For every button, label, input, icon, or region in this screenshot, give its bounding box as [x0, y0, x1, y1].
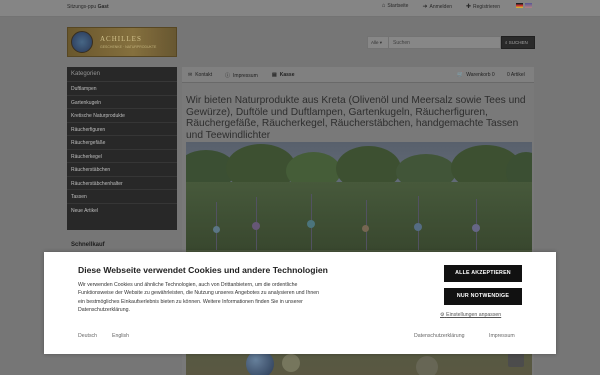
sidebar-item-raeuchergefaesse[interactable]: Räuchergefäße — [67, 136, 177, 150]
garden-ball — [252, 222, 260, 230]
search-scope-value: Alle — [371, 40, 379, 45]
search-bar: Alle ▾ Suchen ⌕ SUCHEN — [367, 36, 535, 49]
articles-count: 0 Artikel — [507, 72, 525, 78]
necessary-only-button[interactable]: NUR NOTWENDIGE — [444, 288, 522, 305]
language-english-link[interactable]: English — [112, 333, 129, 339]
nav-cart-label: Warenkorb — [466, 72, 491, 78]
login-icon: ➜ — [422, 4, 428, 10]
content-nav: ✉ Kontakt ⓘ Impressum ▤ Kasse 🛒 Warenkorb 0 … — [182, 67, 534, 83]
cookie-settings-link[interactable]: ⚙ Einstellungen anpassen — [440, 312, 501, 318]
link-registrieren[interactable]: ✚ Registrieren — [466, 3, 500, 10]
uk-flag-icon[interactable] — [525, 3, 532, 9]
link-registrieren-label: Registrieren — [473, 4, 500, 10]
sidebar-item-gartenkugeln[interactable]: Gartenkugeln — [67, 96, 177, 109]
sidebar-item-naturprodukte[interactable]: Kretische Naturprodukte — [67, 109, 177, 123]
quick-buy-label: Schnellkauf — [71, 242, 105, 248]
garden-ball — [414, 223, 422, 231]
search-button-label: SUCHEN — [508, 40, 528, 45]
garden-ball — [307, 220, 315, 228]
nav-contact-label: Kontakt — [195, 72, 213, 78]
nav-articles[interactable]: 0 Artikel — [507, 72, 525, 78]
link-startseite[interactable]: ⌂ Startseite — [382, 3, 409, 10]
sidebar-header: Kategorien — [67, 67, 177, 82]
sidebar-item-raeucherstaebchen[interactable]: Räucherstäbchen — [67, 163, 177, 177]
cookie-title: Diese Webseite verwendet Cookies und and… — [78, 265, 328, 275]
search-scope-select[interactable]: Alle ▾ — [367, 36, 389, 49]
category-sidebar: Kategorien Duftlampen Gartenkugeln Kreti… — [67, 67, 177, 230]
garden-ball — [213, 226, 220, 233]
logo-subtitle: GESCHENKE · NATURPRODUKTE — [100, 45, 157, 49]
session-user: Gast — [97, 4, 109, 10]
nav-kasse[interactable]: ▤ Kasse — [272, 72, 294, 78]
nav-impressum-label: Impressum — [233, 73, 258, 79]
nav-cart[interactable]: 🛒 Warenkorb 0 — [457, 72, 495, 78]
info-icon: ⓘ — [225, 73, 231, 79]
checkout-icon: ▤ — [272, 72, 277, 78]
cart-icon: 🛒 — [457, 72, 464, 78]
logo-title: ACHILLES — [100, 35, 142, 43]
cookie-settings-label: Einstellungen anpassen — [446, 312, 502, 318]
session-info: Sitzungs-ppu Gast — [67, 4, 109, 10]
garden-ball — [362, 225, 369, 232]
sidebar-item-neue-artikel[interactable]: Neue Artikel — [67, 204, 177, 218]
search-button[interactable]: ⌕ SUCHEN — [501, 36, 535, 49]
language-deutsch-link[interactable]: Deutsch — [78, 333, 97, 339]
sidebar-item-staebchenhalter[interactable]: Räucherstäbchenhalter — [67, 177, 177, 190]
nav-impressum[interactable]: ⓘ Impressum — [225, 72, 258, 79]
garden-ball — [282, 354, 300, 372]
cookie-consent-dialog: Diese Webseite verwendet Cookies und and… — [44, 252, 556, 354]
gear-icon: ⚙ — [440, 312, 445, 318]
language-flags — [514, 3, 532, 10]
page-heading: Wir bieten Naturprodukte aus Kreta (Oliv… — [186, 95, 526, 141]
impressum-link[interactable]: Impressum — [489, 333, 515, 339]
home-icon: ⌂ — [381, 3, 386, 9]
foliage-band — [186, 182, 532, 252]
cart-count: 0 — [491, 72, 495, 78]
shop-logo[interactable]: ACHILLES GESCHENKE · NATURPRODUKTE — [67, 27, 177, 57]
contact-icon: ✉ — [188, 72, 193, 78]
register-icon: ✚ — [466, 4, 472, 10]
logo-emblem-icon — [71, 31, 93, 53]
nav-kasse-label: Kasse — [279, 72, 295, 78]
top-links: ⌂ Startseite ➜ Anmelden ✚ Registrieren — [382, 3, 532, 10]
search-input[interactable]: Suchen — [389, 36, 501, 49]
accept-all-button[interactable]: ALLE AKZEPTIEREN — [444, 265, 522, 282]
link-anmelden-label: Anmelden — [429, 4, 452, 10]
link-anmelden[interactable]: ➜ Anmelden — [422, 3, 452, 10]
sidebar-item-raeucherkegel[interactable]: Räucherkegel — [67, 150, 177, 163]
search-icon: ⌕ — [505, 40, 508, 45]
garden-ball — [472, 224, 480, 232]
privacy-link[interactable]: Datenschutzerklärung — [414, 333, 464, 339]
sidebar-item-duftlampen[interactable]: Duftlampen — [67, 82, 177, 96]
session-prefix: Sitzungs-ppu — [67, 4, 97, 10]
cookie-text: Wir verwenden Cookies und ähnliche Techn… — [78, 282, 319, 313]
sidebar-item-raeucherfiguren[interactable]: Räucherfiguren — [67, 123, 177, 136]
nav-contact[interactable]: ✉ Kontakt — [188, 72, 212, 78]
top-bar: Sitzungs-ppu Gast ⌂ Startseite ➜ Anmelden … — [0, 0, 600, 17]
sidebar-item-tassen[interactable]: Tassen — [67, 190, 177, 204]
link-startseite-label: Startseite — [387, 3, 409, 9]
german-flag-icon[interactable] — [516, 3, 523, 9]
garden-ball — [416, 356, 438, 375]
